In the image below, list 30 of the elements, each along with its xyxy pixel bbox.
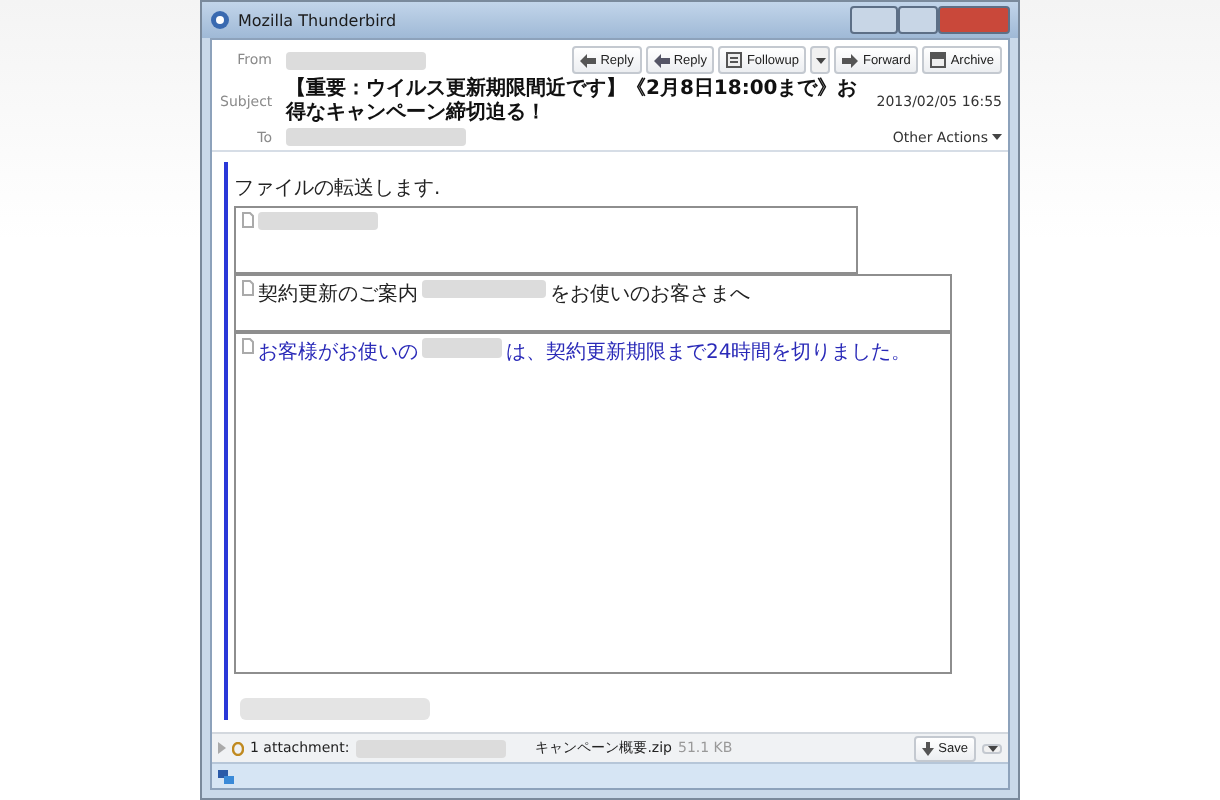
caret-icon xyxy=(987,745,997,751)
arrow-left-icon xyxy=(653,53,670,67)
redacted-text xyxy=(422,280,546,298)
window-title: Mozilla Thunderbird xyxy=(238,11,397,29)
frame-link[interactable]: は、契約更新期限まで24時間を切りました。 xyxy=(506,338,912,366)
bird-logo-icon xyxy=(210,10,230,30)
note-icon xyxy=(726,52,743,68)
maximize-button[interactable] xyxy=(898,6,938,34)
expand-triangle-icon[interactable] xyxy=(218,742,226,754)
download-arrow-icon xyxy=(922,741,935,755)
document-icon xyxy=(242,212,254,228)
intro-text: ファイルの転送します. xyxy=(234,176,443,202)
arrow-right-icon xyxy=(842,53,859,67)
redacted-text xyxy=(422,338,502,358)
caret-icon xyxy=(992,134,1002,140)
network-icon xyxy=(218,769,234,783)
redacted-sender xyxy=(286,51,426,69)
dropdown-button[interactable] xyxy=(810,46,831,74)
frame-text: 契約更新のご案内 xyxy=(258,281,418,308)
minimize-button[interactable] xyxy=(850,6,898,34)
frame-link[interactable]: お客様がお使いの xyxy=(258,338,418,366)
frame-text: をお使いのお客さまへ xyxy=(550,281,750,308)
subject-text: 【重要：ウイルス更新期限間近です】《2月8日18:00まで》お得なキャンペーン締切迫る！ xyxy=(286,78,860,124)
redacted-text xyxy=(258,212,378,230)
archive-box-icon xyxy=(930,52,947,68)
dropdown-button[interactable] xyxy=(982,743,1002,753)
document-icon xyxy=(242,280,254,296)
caret-icon xyxy=(815,57,826,63)
document-icon xyxy=(242,338,254,354)
arrow-left-icon xyxy=(580,53,597,67)
